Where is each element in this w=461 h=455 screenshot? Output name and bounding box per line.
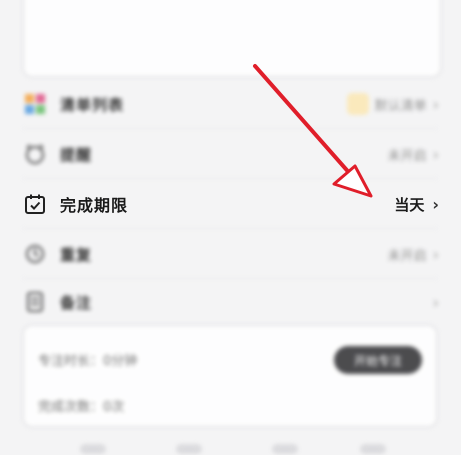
annotation-arrow-icon [253, 64, 373, 198]
